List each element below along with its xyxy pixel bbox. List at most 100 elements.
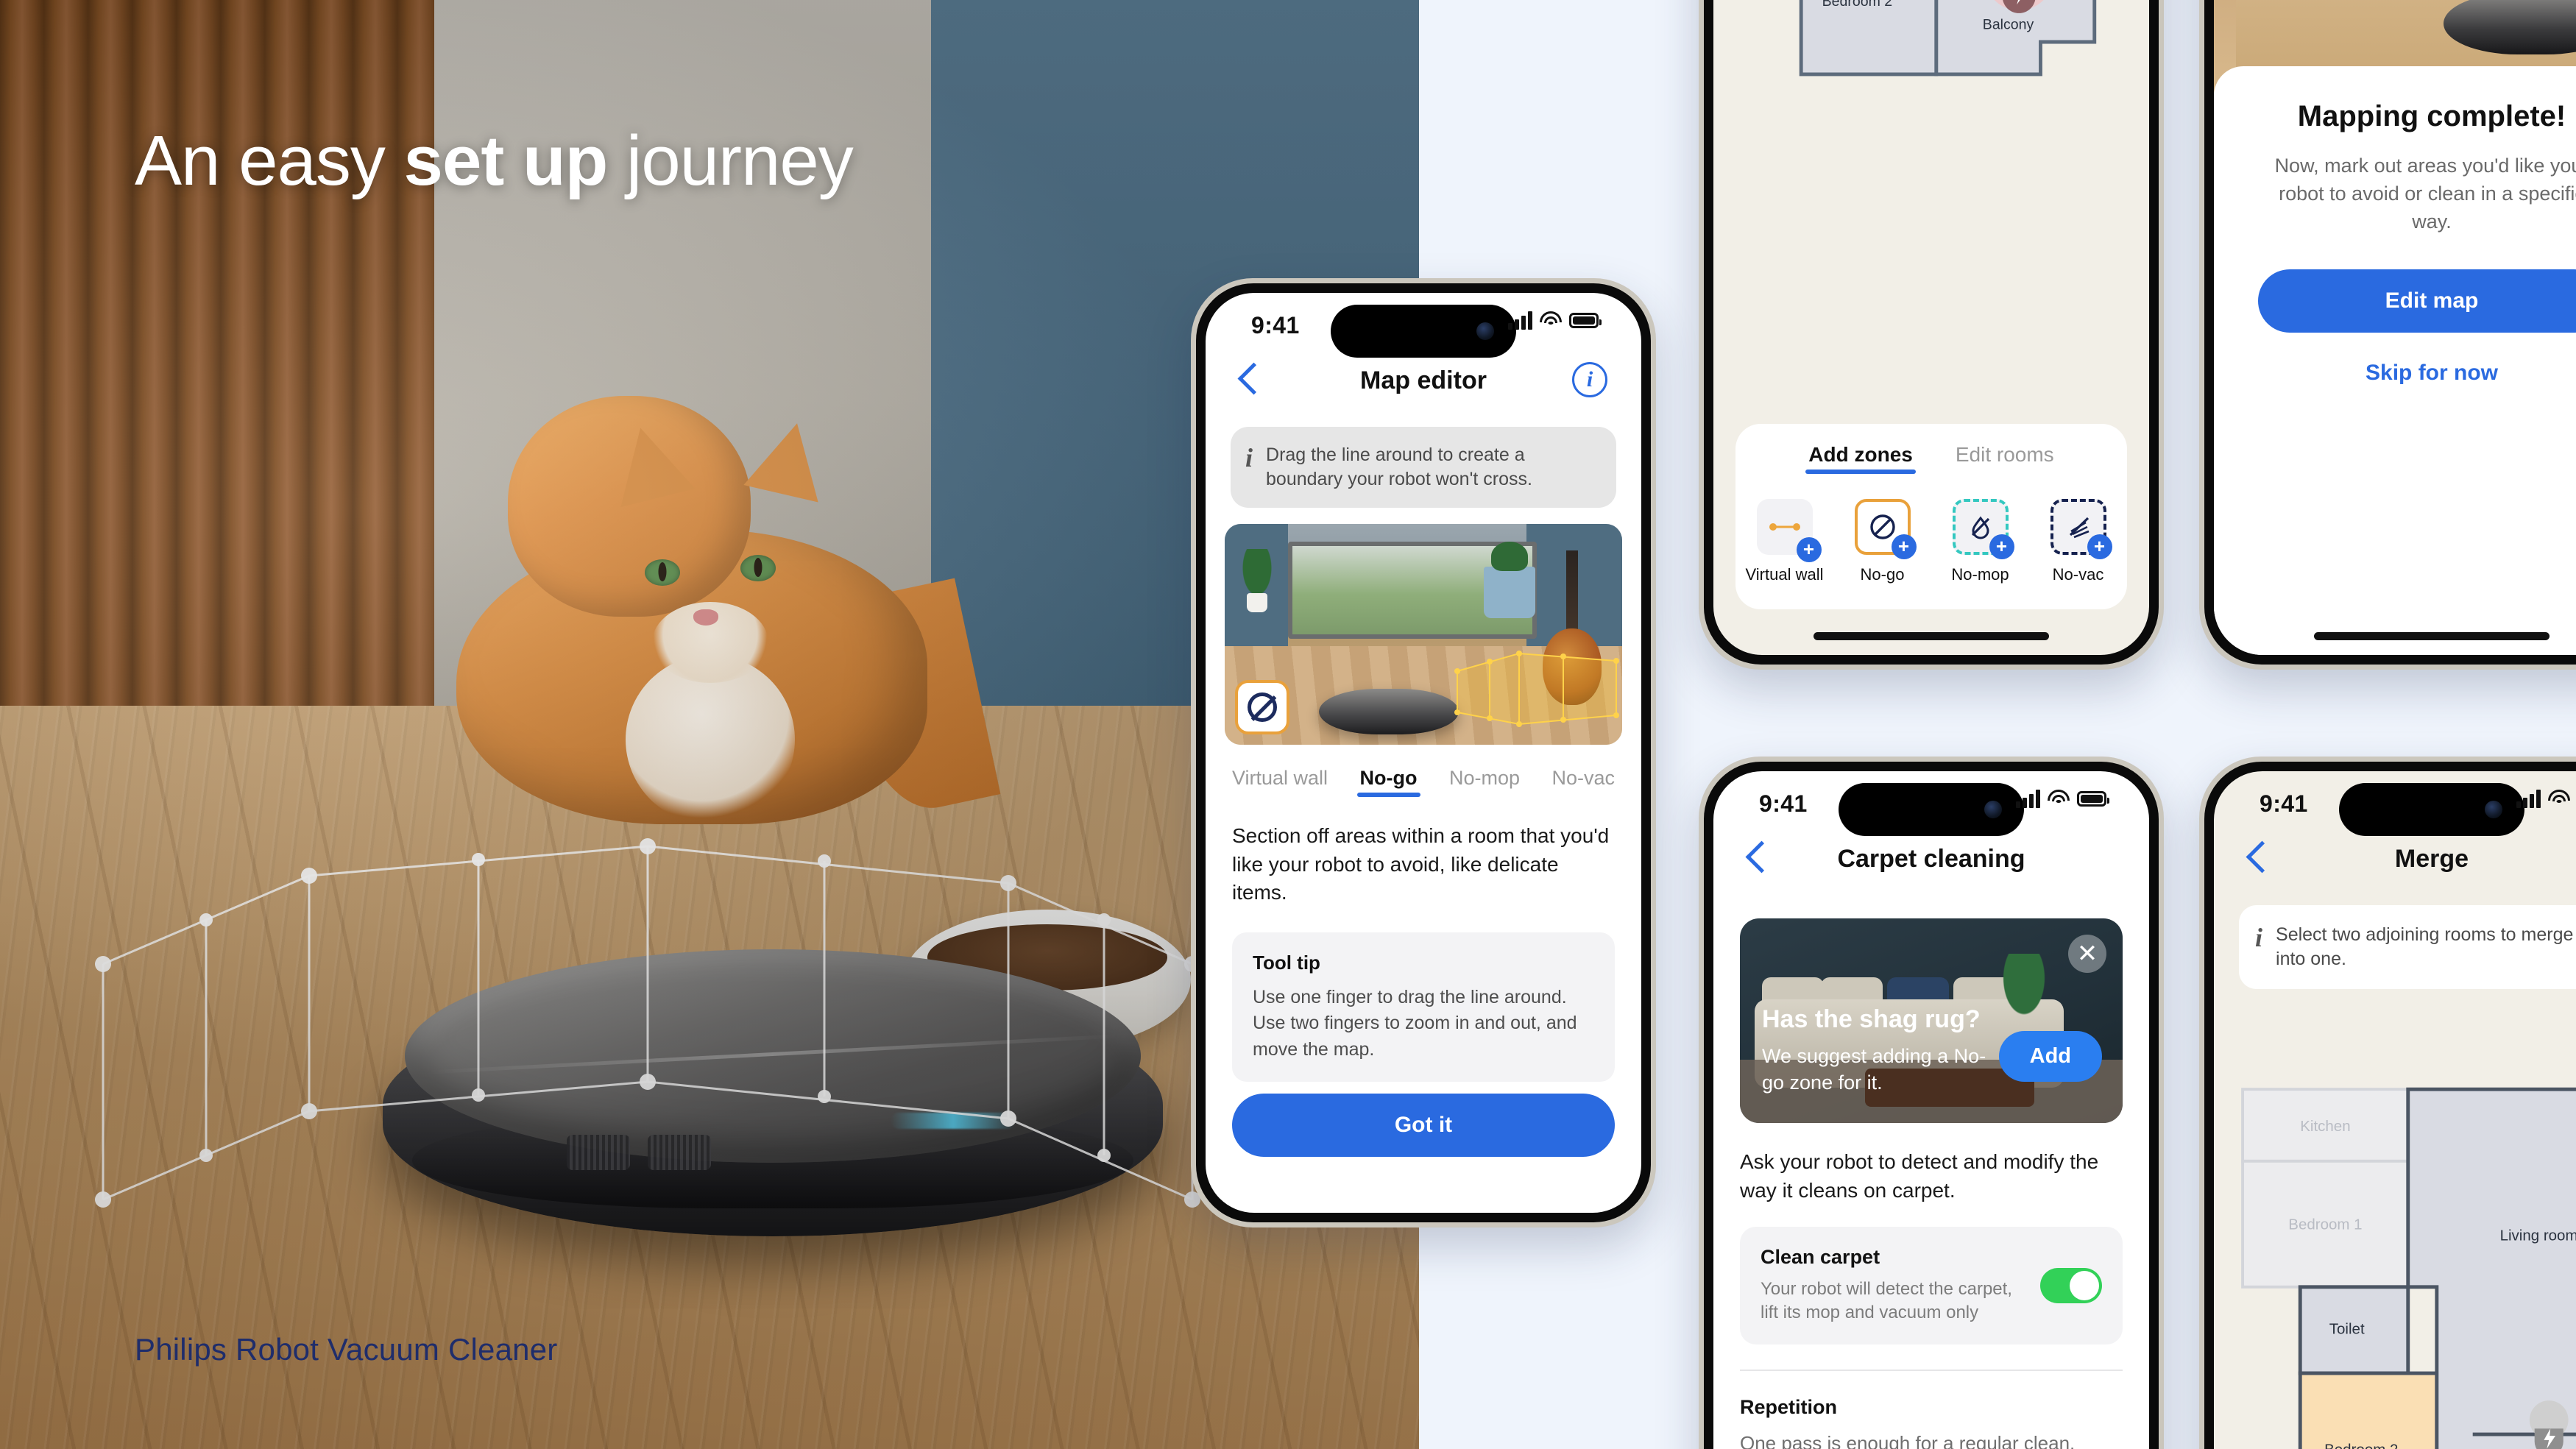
headline-part-1: An easy — [135, 121, 404, 200]
clean-carpet-toggle[interactable] — [2040, 1267, 2102, 1303]
brand-caption: Philips Robot Vacuum Cleaner — [135, 1332, 558, 1367]
plus-badge-icon: + — [1989, 534, 2014, 559]
headline-part-2: journey — [607, 121, 854, 200]
tool-no-mop[interactable]: + No-mop — [1933, 499, 2028, 584]
phone-bezel: 9:41 Merge i Select two adjoining rooms … — [2204, 762, 2576, 1449]
nav-title: Merge — [2394, 845, 2469, 873]
wifi-icon — [2548, 790, 2570, 807]
no-go-icon: + — [1854, 499, 1917, 559]
carpet-description: Ask your robot to detect and modify the … — [1740, 1150, 2099, 1202]
screen-carpet-cleaning: 9:41 Carpet cleaning ✕ Has the shag rug?… — [1713, 771, 2149, 1449]
setting-title: Clean carpet — [1761, 1246, 1880, 1269]
phones-panel: Kitchen Bedroom 1 Toilet Bedroom 2 Livin… — [1191, 0, 2576, 1449]
tab-add-zones[interactable]: Add zones — [1805, 443, 1916, 474]
dynamic-island — [1839, 783, 2024, 836]
phone-add-zones: Kitchen Bedroom 1 Toilet Bedroom 2 Livin… — [1699, 0, 2164, 670]
robot-vacuum — [2444, 0, 2576, 54]
status-icons — [2516, 789, 2576, 808]
setting-subtitle: Your robot will detect the carpet, lift … — [1761, 1279, 2012, 1323]
scene-photo[interactable] — [1225, 524, 1622, 745]
page-title: An easy set up journey — [135, 124, 1091, 199]
dynamic-island — [1331, 305, 1516, 358]
status-bar: 9:41 — [1713, 771, 2149, 836]
battery-icon — [2077, 790, 2109, 807]
status-icons — [2016, 789, 2109, 808]
nav-title: Carpet cleaning — [1837, 845, 2025, 873]
phone-bezel: 9:41 Map editor i i Drag the line around… — [1196, 283, 1651, 1222]
merge-label-kitchen: Kitchen — [2300, 1118, 2350, 1135]
no-go-glyph — [1248, 692, 1277, 722]
banner-title: Has the shag rug? — [1762, 1005, 1981, 1033]
phone-merge: 9:41 Merge i Select two adjoining rooms … — [2199, 757, 2576, 1449]
no-vac-glyph — [2069, 517, 2089, 539]
robot-vacuum — [1319, 689, 1459, 734]
clean-carpet-setting[interactable]: Clean carpet Your robot will detect the … — [1740, 1227, 2123, 1345]
phone-bezel: Kitchen — [2204, 0, 2576, 665]
nav-bar: Carpet cleaning — [1713, 835, 2149, 893]
tool-label: No-go — [1860, 565, 1905, 584]
nav-bar: Merge — [2214, 835, 2576, 893]
phone-carpet-cleaning: 9:41 Carpet cleaning ✕ Has the shag rug?… — [1699, 757, 2164, 1449]
battery-icon — [1569, 312, 1602, 328]
tool-label: Virtual wall — [1745, 565, 1824, 584]
shag-rug-banner: ✕ Has the shag rug? We suggest adding a … — [1740, 918, 2123, 1123]
section-title: Repetition — [1740, 1395, 1837, 1418]
plant-pot — [1484, 542, 1535, 618]
merge-floorplan-svg: Kitchen Bedroom 1 Toilet Bedroom 2 Livin… — [2241, 1087, 2576, 1449]
phone-map-editor: 9:41 Map editor i i Drag the line around… — [1191, 278, 1656, 1227]
merge-label-living-room: Living room — [2500, 1227, 2576, 1244]
screen-merge: 9:41 Merge i Select two adjoining rooms … — [2214, 771, 2576, 1449]
no-go-glyph — [1869, 514, 1895, 539]
room-bedroom-2 — [2298, 1371, 2439, 1449]
plus-badge-icon: + — [1796, 537, 1822, 562]
got-it-button[interactable]: Got it — [1232, 1094, 1615, 1157]
no-mop-icon: + — [1952, 499, 2014, 559]
screen-mapping-complete: Kitchen — [2214, 0, 2576, 655]
status-bar: 9:41 — [2214, 771, 2576, 836]
front-camera-icon — [2485, 801, 2502, 818]
merge-label-toilet: Toilet — [2329, 1320, 2365, 1337]
tab-virtual-wall[interactable]: Virtual wall — [1232, 767, 1328, 797]
wifi-icon — [1540, 311, 1562, 329]
no-go-ar-grid — [1454, 651, 1619, 727]
card-subtitle: Now, mark out areas you'd like your robo… — [2274, 155, 2576, 233]
status-bar: 9:41 — [1206, 293, 1641, 358]
page-root: An easy set up journey Philips Robot Vac… — [0, 0, 2576, 1449]
close-icon[interactable]: ✕ — [2068, 935, 2106, 973]
tab-no-go[interactable]: No-go — [1356, 767, 1420, 797]
tab-no-vac[interactable]: No-vac — [1551, 767, 1615, 797]
plus-badge-icon: + — [1891, 534, 1917, 559]
merge-hint: i Select two adjoining rooms to merge in… — [2239, 905, 2576, 989]
skip-for-now-link[interactable]: Skip for now — [2258, 361, 2576, 386]
map-editor-hint-text: Drag the line around to create a boundar… — [1266, 444, 1532, 489]
phone-bezel: Kitchen Bedroom 1 Toilet Bedroom 2 Livin… — [1704, 0, 2159, 665]
add-zone-button[interactable]: Add — [1998, 1031, 2102, 1082]
tab-no-mop[interactable]: No-mop — [1449, 767, 1520, 797]
info-circle-icon[interactable]: i — [1572, 362, 1607, 397]
tab-edit-rooms[interactable]: Edit rooms — [1956, 443, 2054, 474]
headline-emphasis: set up — [403, 121, 609, 200]
tool-no-go[interactable]: + No-go — [1835, 499, 1931, 584]
phone-mapping-complete: Kitchen — [2199, 0, 2576, 670]
wifi-icon — [2048, 790, 2070, 807]
nav-bar: Map editor i — [1206, 356, 1641, 415]
zone-tools: + Virtual wall + No-go + No-mop + No-vac — [1735, 499, 2127, 584]
virtual-wall-glyph — [1769, 523, 1800, 531]
tool-label: No-vac — [2052, 565, 2104, 584]
no-go-icon[interactable] — [1235, 680, 1289, 734]
merge-hint-text: Select two adjoining rooms to merge into… — [2276, 924, 2574, 969]
info-icon: i — [1245, 443, 1253, 472]
plant-left — [1234, 549, 1281, 612]
tool-tip-text: Use one finger to drag the line around. … — [1253, 986, 1577, 1060]
tool-no-vac[interactable]: + No-vac — [2031, 499, 2126, 584]
home-indicator — [1814, 632, 2049, 640]
merge-map[interactable]: Kitchen Bedroom 1 Toilet Bedroom 2 Livin… — [2214, 992, 2576, 1449]
no-vac-icon: + — [2050, 499, 2112, 559]
section-text: One pass is enough for a regular clean. … — [1740, 1431, 2076, 1449]
screen-add-zones: Kitchen Bedroom 1 Toilet Bedroom 2 Livin… — [1713, 0, 2149, 655]
tool-virtual-wall[interactable]: + Virtual wall — [1737, 499, 1833, 584]
no-mop-glyph — [1971, 516, 1989, 539]
edit-map-button[interactable]: Edit map — [2258, 269, 2576, 333]
front-camera-icon — [1984, 801, 2002, 818]
zones-panel: Add zones Edit rooms + Virtual wall + No… — [1735, 424, 2127, 609]
